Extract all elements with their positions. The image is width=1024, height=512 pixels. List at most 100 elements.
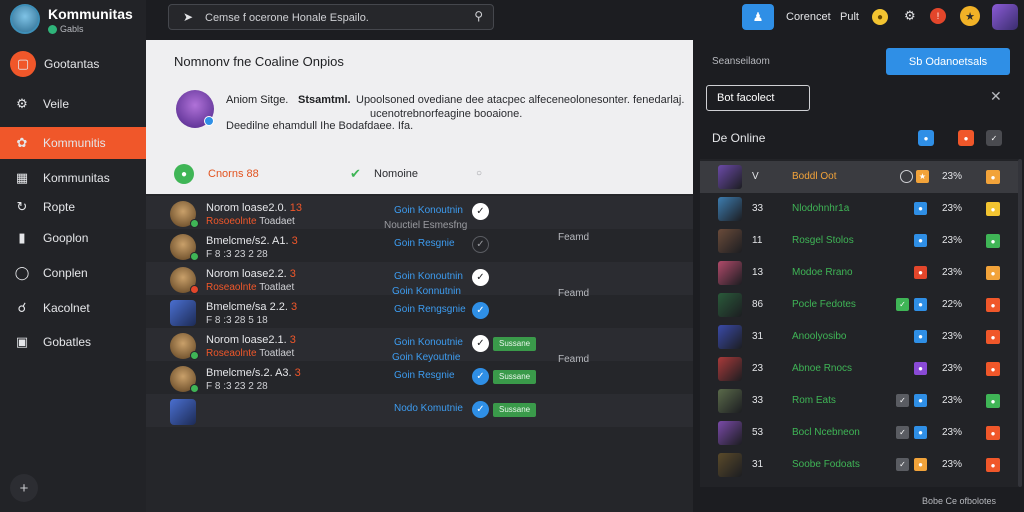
scrollbar[interactable] <box>1018 159 1022 487</box>
list-item[interactable]: V Boddl Oot ★ 23% ● <box>700 161 1018 193</box>
check-icon[interactable]: ✓ <box>472 236 489 253</box>
edit-icon[interactable]: ✓ <box>896 394 909 407</box>
badge-icon[interactable]: ● <box>986 394 1000 408</box>
game-thumbnail[interactable] <box>718 325 742 349</box>
game-title[interactable]: Modoe Rrano <box>792 267 853 278</box>
platform-icon[interactable]: ● <box>914 202 927 215</box>
check-icon[interactable]: ✓ <box>472 203 489 220</box>
game-title[interactable]: Pocle Fedotes <box>792 299 856 310</box>
trophy-icon[interactable]: ★ <box>960 6 980 26</box>
platform-icon[interactable]: ● <box>914 298 927 311</box>
coin-icon[interactable]: ● <box>872 9 888 25</box>
edit-icon[interactable]: ✓ <box>896 458 909 471</box>
platform-icon[interactable]: ● <box>914 234 927 247</box>
star-icon[interactable]: ★ <box>916 170 929 183</box>
platform-icon[interactable]: ● <box>914 394 927 407</box>
topbar-label-2[interactable]: Pult <box>840 11 859 23</box>
footer-text[interactable]: Bobe Ce ofbolotes <box>922 496 996 506</box>
avatar[interactable] <box>992 4 1018 30</box>
filter-orange-icon[interactable]: ● <box>958 130 974 146</box>
list-item[interactable]: 13 Modoe Rrano ● 23% ● <box>700 257 1018 289</box>
check-icon[interactable]: ✓ <box>896 298 909 311</box>
check-icon[interactable]: ✓ <box>472 269 489 286</box>
game-thumbnail[interactable] <box>718 197 742 221</box>
game-title[interactable]: Anoolyosibo <box>792 331 846 342</box>
game-title[interactable]: Boddl Oot <box>792 171 836 182</box>
online-count[interactable]: Cnorns 88 <box>208 168 259 180</box>
sidebar-item-community[interactable]: ✿ Kommunitis <box>0 127 146 159</box>
game-thumbnail[interactable] <box>718 357 742 381</box>
badge-icon[interactable]: ● <box>986 266 1000 280</box>
friend-action-link[interactable]: Goin Resgnie <box>394 238 455 249</box>
table-row[interactable]: Norom loase2.1. 3 Roseaolnte Toatlaet Goin… <box>146 328 693 365</box>
game-thumbnail[interactable] <box>718 293 742 317</box>
badge-icon[interactable]: ● <box>986 170 1000 184</box>
friend-action-link[interactable]: Goin Resgnie <box>394 370 455 381</box>
sidebar-item-search[interactable]: ☌ Kacolnet <box>0 292 146 324</box>
friend-action-link[interactable]: Goin Konoutnin <box>394 205 463 216</box>
brand[interactable]: Kommunitas Gabls <box>8 4 142 36</box>
sidebar-item-kommunitas[interactable]: ▦ Kommunitas <box>0 162 146 194</box>
badge-icon[interactable]: ● <box>986 330 1000 344</box>
table-row[interactable]: Bmelcme/s2. A1. 3 F 8 :3 23 2 28 Goin Res… <box>146 229 693 262</box>
game-thumbnail[interactable] <box>718 421 742 445</box>
filter-grey-icon[interactable]: ✓ <box>986 130 1002 146</box>
edit-icon[interactable]: ✓ <box>896 426 909 439</box>
friend-action-link[interactable]: Nodo Komutnie <box>394 403 463 414</box>
sidebar-item-home[interactable]: ▢ Gootantas <box>0 48 146 80</box>
check-icon[interactable]: ✓ <box>472 302 489 319</box>
add-button[interactable]: + <box>10 474 38 502</box>
search-input[interactable]: Cemse f ocerone Honale Espailo. <box>205 12 369 24</box>
game-thumbnail[interactable] <box>718 453 742 477</box>
game-title[interactable]: Abnoe Rnocs <box>792 363 852 374</box>
list-item[interactable]: 33 Nlodohnhr1a ● 23% ● <box>700 193 1018 225</box>
list-item[interactable]: 33 Rom Eats ✓ ● 23% ● <box>700 385 1018 417</box>
badge-icon[interactable]: ● <box>986 458 1000 472</box>
table-row[interactable]: Bmelcme/s.2. A3. 3 F 8 :3 23 2 28 Goin Re… <box>146 361 693 394</box>
list-item[interactable]: 53 Bocl Ncebneon ✓ ● 23% ● <box>700 417 1018 449</box>
platform-icon[interactable]: ● <box>914 426 927 439</box>
table-row[interactable]: Nodo Komutnie ✓ Sussane <box>146 394 693 427</box>
check-icon[interactable]: ✓ <box>472 335 489 352</box>
check-icon[interactable]: ✓ <box>472 401 489 418</box>
game-thumbnail[interactable] <box>718 165 742 189</box>
game-thumbnail[interactable] <box>718 389 742 413</box>
game-thumbnail[interactable] <box>718 261 742 285</box>
close-icon[interactable]: ✕ <box>990 88 1002 105</box>
list-item[interactable]: 86 Pocle Fedotes ✓ ● 22% ● <box>700 289 1018 321</box>
search-icon[interactable]: ⚲ <box>474 9 483 23</box>
panel-action-button[interactable]: Sb Odanoetsals <box>886 48 1010 75</box>
list-item[interactable]: 11 Rosgel Stolos ● 23% ● <box>700 225 1018 257</box>
friend-avatar[interactable] <box>170 399 196 425</box>
panel-search-input[interactable]: Bot facolect <box>706 85 810 111</box>
filter-blue-icon[interactable]: ● <box>918 130 934 146</box>
sidebar-item-folders[interactable]: ▣ Gobatles <box>0 326 146 358</box>
friend-action-link[interactable]: Goin Konoutnin <box>394 271 463 282</box>
platform-icon[interactable]: ● <box>914 362 927 375</box>
badge-icon[interactable]: ● <box>986 426 1000 440</box>
notification-button[interactable]: ♟ <box>742 4 774 30</box>
list-item[interactable]: 31 Soobe Fodoats ✓ ● 23% ● <box>700 449 1018 481</box>
badge-icon[interactable]: ● <box>986 202 1000 216</box>
friend-action-link[interactable]: Goin Konoutnie <box>394 337 463 348</box>
game-title[interactable]: Nlodohnhr1a <box>792 203 849 214</box>
badge-icon[interactable]: ● <box>986 298 1000 312</box>
platform-icon[interactable]: ● <box>914 330 927 343</box>
game-title[interactable]: Rosgel Stolos <box>792 235 854 246</box>
search-bar[interactable]: ➤ Cemse f ocerone Honale Espailo. ⚲ <box>168 4 494 30</box>
sidebar-item-bookmarks[interactable]: ▮ Gooplon <box>0 222 146 254</box>
friend-avatar[interactable] <box>170 300 196 326</box>
list-item[interactable]: 23 Abnoe Rnocs ● 23% ● <box>700 353 1018 385</box>
alert-icon[interactable]: ! <box>930 8 946 24</box>
game-title[interactable]: Bocl Ncebneon <box>792 427 860 438</box>
verify-label[interactable]: Nomoine <box>374 168 418 180</box>
friend-action-link[interactable]: Goin Rengsgnie <box>394 304 466 315</box>
sidebar-item-conplen[interactable]: ◯ Conplen <box>0 257 146 289</box>
platform-icon[interactable]: ● <box>914 266 927 279</box>
table-row[interactable]: Bmelcme/sa 2.2. 3 F 8 :3 28 5 18 Goin Ren… <box>146 295 693 328</box>
game-title[interactable]: Rom Eats <box>792 395 836 406</box>
list-item[interactable]: 31 Anoolyosibo ● 23% ● <box>700 321 1018 353</box>
sidebar-item-route[interactable]: ↻ Ropte <box>0 191 146 223</box>
table-row[interactable]: Norom loase2.2. 3 Roseaolnte Toatlaet Goin… <box>146 262 693 299</box>
topbar-label[interactable]: Corencet <box>786 11 831 23</box>
